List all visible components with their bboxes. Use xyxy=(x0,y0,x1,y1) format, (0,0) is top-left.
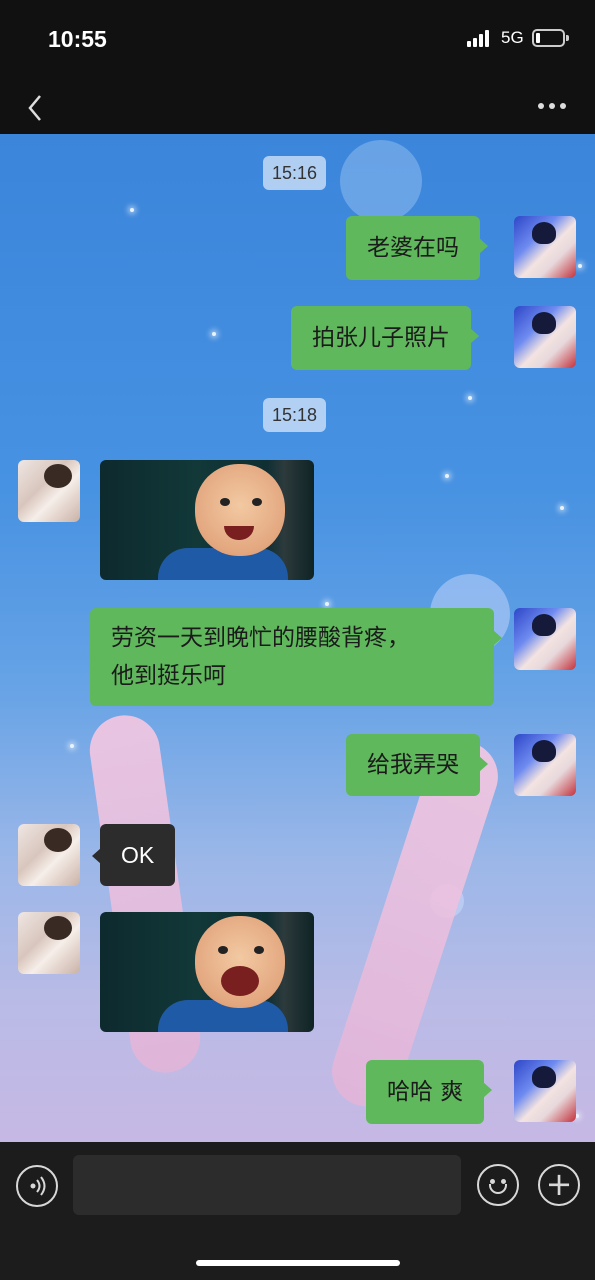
timestamp: 15:16 xyxy=(263,156,327,190)
my-avatar[interactable] xyxy=(514,608,576,670)
baby-mouth xyxy=(221,966,259,996)
status-time: 10:55 xyxy=(48,26,107,52)
signal-icon xyxy=(467,30,493,47)
background-star xyxy=(130,208,134,212)
baby-eye xyxy=(252,498,262,506)
voice-icon[interactable] xyxy=(16,1165,58,1207)
emoji-icon[interactable] xyxy=(477,1164,519,1206)
status-bar: 10:55 5G xyxy=(0,0,595,80)
baby-eye xyxy=(254,946,264,954)
background-star xyxy=(325,602,329,606)
background-star xyxy=(70,744,74,748)
baby-eye xyxy=(218,946,228,954)
contact-avatar[interactable] xyxy=(18,912,80,974)
more-dots-icon[interactable] xyxy=(532,90,572,120)
plus-icon[interactable]: + xyxy=(538,1164,580,1206)
message-bubble-received[interactable]: OK xyxy=(91,824,176,886)
network-type: 5G xyxy=(501,28,524,47)
background-star xyxy=(445,474,449,478)
baby-eye xyxy=(220,498,230,506)
message-text-line: 劳资一天到晚忙的腰酸背疼， xyxy=(111,625,410,651)
message-input[interactable] xyxy=(73,1155,461,1215)
background-star xyxy=(468,396,472,400)
chat-area[interactable]: 15:16 老婆在吗 拍张儿子照片 15:18 劳资一天到晚忙的腰酸背疼， 他到… xyxy=(0,134,595,1142)
home-indicator[interactable] xyxy=(196,1260,400,1266)
my-avatar[interactable] xyxy=(514,216,576,278)
background-star xyxy=(212,332,216,336)
background-star xyxy=(578,264,582,268)
my-avatar[interactable] xyxy=(514,306,576,368)
message-bubble-sent[interactable]: 哈哈 爽 xyxy=(366,1060,493,1124)
chevron-left-icon[interactable] xyxy=(22,88,52,128)
chat-header xyxy=(0,80,595,134)
message-bubble-sent[interactable]: 拍张儿子照片 xyxy=(291,306,479,370)
my-avatar[interactable] xyxy=(514,1060,576,1122)
my-avatar[interactable] xyxy=(514,734,576,796)
timestamp: 15:18 xyxy=(263,398,327,432)
battery-icon xyxy=(532,29,569,47)
contact-avatar[interactable] xyxy=(18,460,80,522)
message-bubble-sent[interactable]: 给我弄哭 xyxy=(346,734,488,796)
contact-avatar[interactable] xyxy=(18,824,80,886)
message-bubble-sent[interactable]: 劳资一天到晚忙的腰酸背疼， 他到挺乐呵 xyxy=(90,608,502,706)
background-star xyxy=(560,506,564,510)
message-bubble-sent[interactable]: 老婆在吗 xyxy=(346,216,488,280)
baby-face xyxy=(195,464,285,556)
background-moon xyxy=(340,140,422,222)
message-text-line: 他到挺乐呵 xyxy=(111,663,226,689)
image-message-baby-smiling[interactable] xyxy=(100,460,314,580)
image-message-baby-crying[interactable] xyxy=(100,912,314,1032)
